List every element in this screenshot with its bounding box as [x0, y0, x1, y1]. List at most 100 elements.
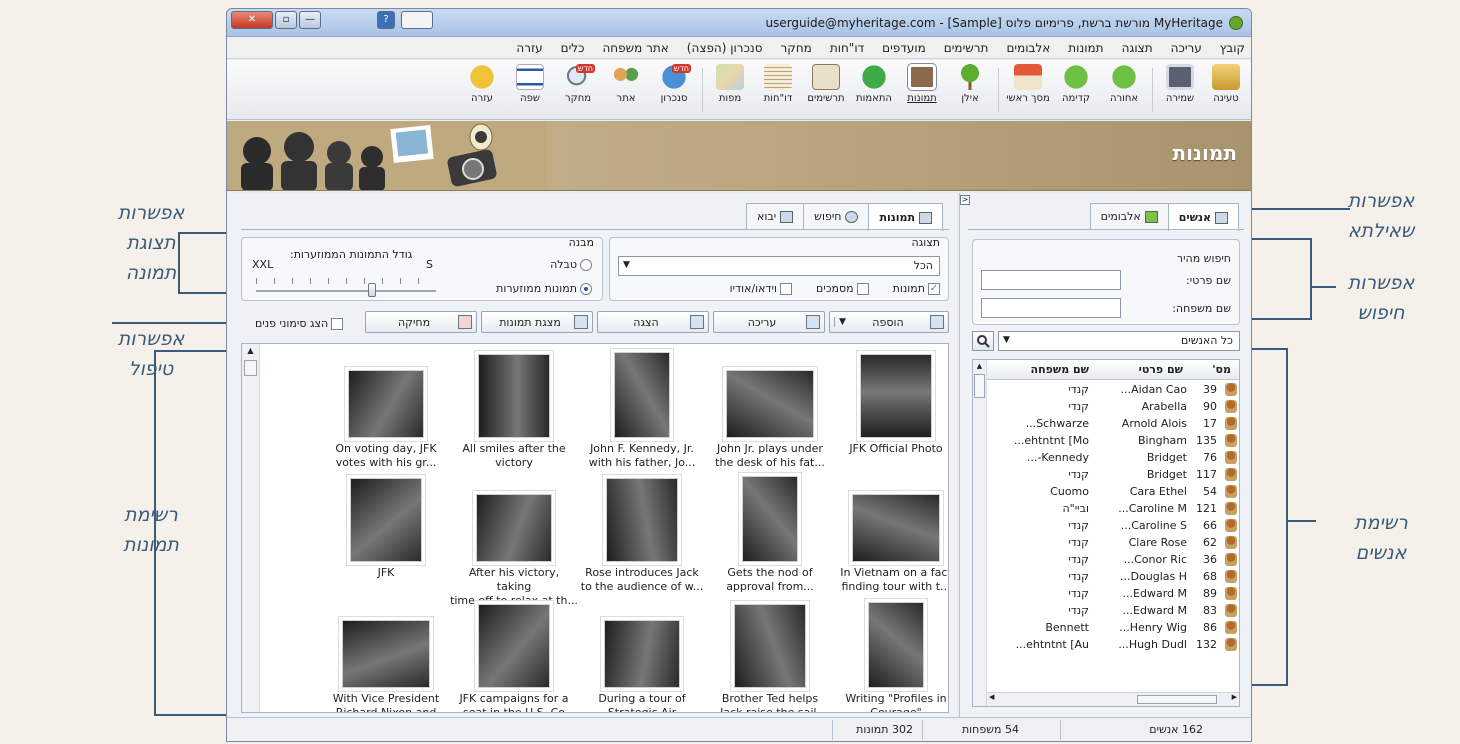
col-last-name-header[interactable]: שם משפחה — [1031, 363, 1089, 376]
documents-checkbox[interactable]: מסמכים — [816, 282, 869, 295]
collapse-pane-icon[interactable]: > — [960, 195, 970, 205]
tab-import[interactable]: יבוא — [745, 203, 805, 229]
toolbar-back-button[interactable]: אחורה — [1101, 64, 1147, 104]
photo-image[interactable] — [476, 494, 552, 562]
photo-thumbnail[interactable]: Gets the nod of approval from... — [706, 474, 834, 594]
toolbar-help-button[interactable]: עזרה — [459, 64, 505, 104]
menu-edit[interactable]: עריכה — [1171, 41, 1202, 55]
scroll-up-arrow[interactable]: ▲ — [973, 360, 986, 372]
menu-research[interactable]: מחקר — [781, 41, 812, 55]
table-row[interactable]: 17 Arnold Alois Schwarze... — [991, 416, 1239, 433]
table-row[interactable]: 36 Conor Ric... קנדי — [991, 552, 1239, 569]
tab-photos[interactable]: תמונות — [868, 203, 943, 231]
first-name-field[interactable] — [981, 270, 1121, 290]
minimize-button[interactable]: — — [299, 11, 321, 29]
view-button[interactable]: הצגה — [597, 311, 709, 333]
photo-thumbnail[interactable]: JFK campaigns for a seat in the U.S. Co — [450, 600, 578, 712]
toolbar-home-button[interactable]: מסך ראשי — [1005, 64, 1051, 104]
photo-thumbnail[interactable]: In Vietnam on a fact finding tour with t.… — [832, 474, 948, 594]
view-filter-select[interactable]: הכל ▼ — [618, 256, 940, 276]
toolbar-forward-button[interactable]: קדימה — [1053, 64, 1099, 104]
horizontal-scrollbar[interactable]: ◀ ▶ — [987, 692, 1239, 706]
table-row[interactable]: 54 Cara Ethel Cuomo — [991, 484, 1239, 501]
photo-thumbnail[interactable]: Brother Ted helps Jack raise the sail. — [706, 600, 834, 712]
tab-people[interactable]: אנשים — [1167, 203, 1239, 231]
scroll-thumb[interactable] — [1137, 695, 1217, 704]
add-button[interactable]: הוספה ▼ — [829, 311, 949, 333]
scroll-thumb[interactable] — [974, 374, 985, 398]
show-faces-checkbox[interactable]: הצג סימוני פנים — [255, 317, 344, 330]
photo-image[interactable] — [742, 476, 798, 562]
thumb-size-slider[interactable] — [256, 278, 436, 298]
photo-image[interactable] — [734, 604, 806, 688]
toolbar-save-button[interactable]: שמירה — [1157, 64, 1203, 104]
slideshow-button[interactable]: מצגת תמונות — [481, 311, 593, 333]
photo-image[interactable] — [606, 478, 678, 562]
menu-albums[interactable]: אלבומים — [1006, 41, 1050, 55]
table-row[interactable]: 62 Clare Rose קנדי — [991, 535, 1239, 552]
delete-button[interactable]: מחיקה — [365, 311, 477, 333]
photo-image[interactable] — [860, 354, 932, 438]
table-row[interactable]: 117 Bridget קנדי — [991, 467, 1239, 484]
vertical-scrollbar[interactable]: ▲ — [973, 360, 987, 706]
video-audio-checkbox[interactable]: וידאו/אודיו — [730, 282, 792, 295]
checkbox-checked[interactable]: ✓ — [928, 282, 940, 295]
toolbar-language-button[interactable]: שפה — [507, 64, 553, 104]
menu-file[interactable]: קובץ — [1220, 41, 1245, 55]
table-row[interactable]: 39 Aidan Cao... קנדי — [991, 382, 1239, 399]
table-row[interactable]: 83 Edward M... קנדי — [991, 603, 1239, 620]
photo-image[interactable] — [852, 494, 940, 562]
toolbar-tree-button[interactable]: אילן — [947, 64, 993, 104]
toolbar-site-button[interactable]: אתר — [603, 64, 649, 104]
photo-thumbnail[interactable]: With Vice President Richard Nixon and — [322, 600, 450, 712]
photo-thumbnail[interactable]: John Jr. plays under the desk of his fat.… — [706, 350, 834, 470]
menu-sync[interactable]: סנכרון (הפצה) — [687, 41, 763, 55]
table-row[interactable]: 89 Edward M... קנדי — [991, 586, 1239, 603]
photo-thumbnail[interactable]: Writing "Profiles in Courage" — [832, 600, 948, 712]
menu-reports[interactable]: דו"חות — [830, 41, 864, 55]
menu-view[interactable]: תצוגה — [1122, 41, 1153, 55]
photo-image[interactable] — [478, 354, 550, 438]
toolbar-charts-button[interactable]: תרשימים — [803, 64, 849, 104]
keyboard-icon[interactable] — [401, 11, 433, 29]
slider-handle[interactable] — [368, 283, 376, 297]
thumbnails-view-radio[interactable]: תמונות ממוזערות — [496, 282, 592, 295]
checkbox[interactable] — [779, 282, 792, 295]
photo-image[interactable] — [348, 370, 424, 438]
help-icon[interactable]: ? — [377, 11, 395, 29]
edit-button[interactable]: עריכה — [713, 311, 825, 333]
table-view-radio[interactable]: טבלה — [550, 258, 592, 271]
menu-favorites[interactable]: מועדפים — [882, 41, 926, 55]
photo-image[interactable] — [478, 604, 550, 688]
tab-search[interactable]: חיפוש — [803, 203, 870, 229]
table-row[interactable]: 68 Douglas H... קנדי — [991, 569, 1239, 586]
table-row[interactable]: 132 Hugh Dudl... ehtntnt [Au... — [991, 637, 1239, 654]
toolbar-photos-button[interactable]: תמונות — [899, 63, 945, 104]
close-button[interactable]: ✕ — [231, 11, 273, 29]
search-button[interactable] — [972, 331, 994, 351]
table-row[interactable]: 121 Caroline M... וביי"ה — [991, 501, 1239, 518]
vertical-scrollbar[interactable]: ▲ — [242, 344, 260, 712]
toolbar-research-button[interactable]: חדש מחקר — [555, 64, 601, 104]
radio-selected[interactable] — [580, 282, 592, 295]
tab-albums[interactable]: אלבומים — [1089, 203, 1169, 229]
scroll-up-arrow[interactable]: ▲ — [242, 344, 259, 358]
scroll-thumb[interactable] — [244, 360, 257, 376]
col-first-name-header[interactable]: שם פרטי — [1139, 363, 1183, 376]
table-row[interactable]: 76 Bridget Kennedy-... — [991, 450, 1239, 467]
menu-help[interactable]: עזרה — [516, 41, 542, 55]
photo-thumbnail[interactable]: John F. Kennedy, Jr. with his father, Jo.… — [578, 350, 706, 470]
col-number-header[interactable]: מס' — [1212, 363, 1231, 376]
checkbox[interactable] — [331, 317, 344, 330]
toolbar-matches-button[interactable]: התאמות — [851, 64, 897, 104]
photo-thumbnail[interactable]: On voting day, JFK votes with his gr... — [322, 350, 450, 470]
photo-thumbnail[interactable]: During a tour of Strategic Air — [578, 600, 706, 712]
photo-thumbnail[interactable]: Rose introduces Jack to the audience of w… — [578, 474, 706, 594]
last-name-field[interactable] — [981, 298, 1121, 318]
photo-image[interactable] — [350, 478, 422, 562]
maximize-button[interactable]: ▫ — [275, 11, 297, 29]
table-row[interactable]: 66 Caroline S... קנדי — [991, 518, 1239, 535]
photo-image[interactable] — [342, 620, 430, 688]
menu-family-site[interactable]: אתר משפחה — [602, 41, 668, 55]
photo-thumbnail[interactable]: All smiles after the victory — [450, 350, 578, 470]
